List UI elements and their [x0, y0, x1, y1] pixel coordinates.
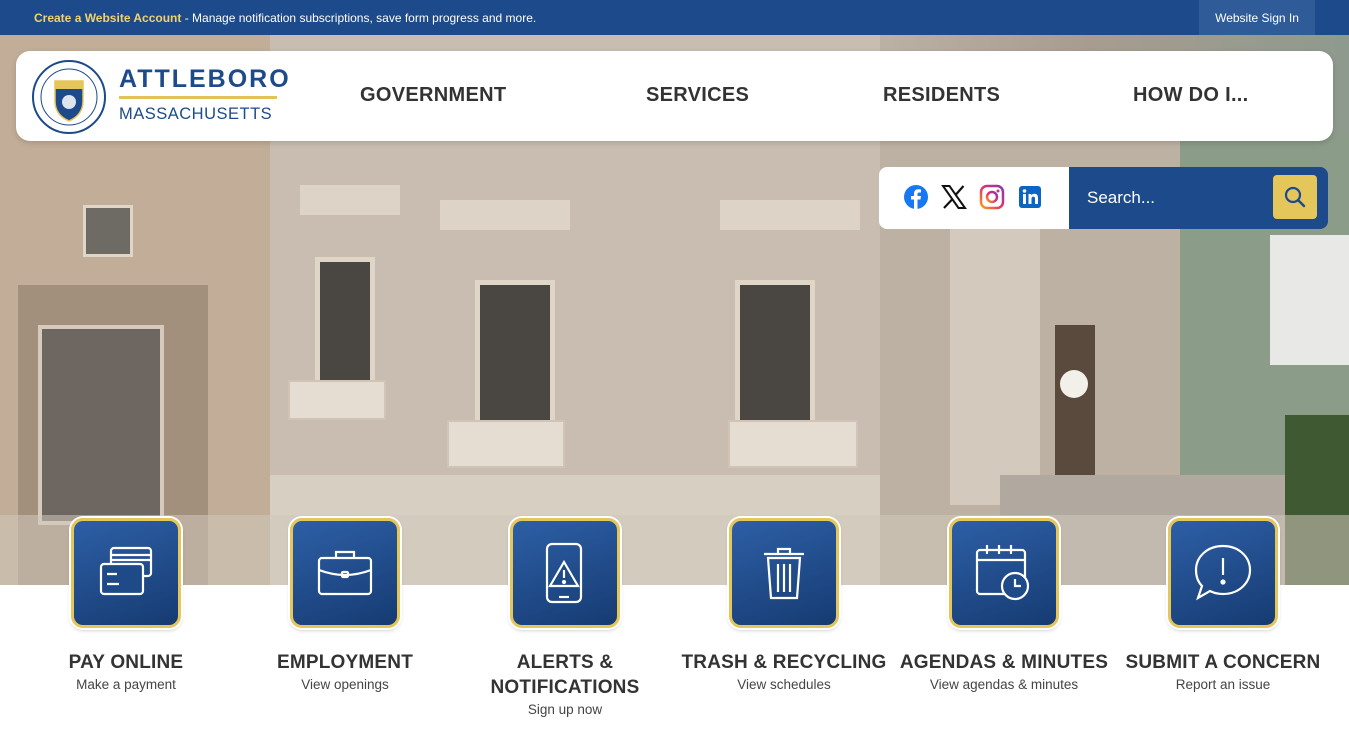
credit-card-icon [99, 546, 153, 596]
briefcase-icon [317, 550, 373, 596]
quicklink-tile[interactable] [290, 518, 400, 628]
quicklink-alerts[interactable]: ALERTS & NOTIFICATIONS Sign up now [455, 518, 675, 717]
city-seal-icon [32, 60, 106, 134]
calendar-clock-icon [975, 545, 1030, 601]
quicklink-agendas-minutes[interactable]: AGENDAS & MINUTES View agendas & minutes [894, 518, 1114, 692]
search-bar [1069, 167, 1328, 229]
quicklink-title: SUBMIT A CONCERN [1125, 652, 1321, 673]
quicklink-employment[interactable]: EMPLOYMENT View openings [235, 518, 455, 692]
quicklink-title: EMPLOYMENT [276, 652, 414, 673]
quicklink-trash-recycling[interactable]: TRASH & RECYCLING View schedules [674, 518, 894, 692]
website-sign-in-button[interactable]: Website Sign In [1199, 0, 1315, 35]
quicklink-title: TRASH & RECYCLING [681, 652, 887, 673]
facebook-icon[interactable] [903, 184, 929, 210]
nav-services[interactable]: SERVICES [646, 84, 749, 107]
brand-name: ATTLEBORO [119, 65, 291, 93]
quicklink-subtitle: View schedules [737, 677, 831, 692]
x-icon[interactable] [941, 184, 967, 210]
account-message: Create a Website Account - Manage notifi… [34, 11, 536, 25]
quicklink-subtitle: View agendas & minutes [929, 677, 1079, 692]
quicklink-tile[interactable] [949, 518, 1059, 628]
quicklink-subtitle: View openings [301, 677, 389, 692]
top-bar: Create a Website Account - Manage notifi… [0, 0, 1349, 35]
nav-government[interactable]: GOVERNMENT [360, 84, 506, 107]
search-icon [1284, 186, 1306, 208]
nav-how-do-i[interactable]: HOW DO I... [1133, 84, 1249, 107]
quicklink-tile[interactable] [71, 518, 181, 628]
quicklink-tile[interactable] [1168, 518, 1278, 628]
instagram-icon[interactable] [979, 184, 1005, 210]
quicklink-pay-online[interactable]: PAY ONLINE Make a payment [16, 518, 236, 692]
brand-divider [119, 96, 277, 99]
quicklink-subtitle: Sign up now [527, 702, 603, 717]
quicklink-tile[interactable] [510, 518, 620, 628]
quicklink-tile[interactable] [729, 518, 839, 628]
quicklink-subtitle: Report an issue [1175, 677, 1271, 692]
account-message-text: - Manage notification subscriptions, sav… [181, 11, 537, 25]
site-header: ATTLEBORO MASSACHUSETTS GOVERNMENT SERVI… [16, 51, 1333, 141]
create-account-link[interactable]: Create a Website Account [34, 11, 181, 25]
social-links [879, 167, 1069, 229]
quicklink-title: AGENDAS & MINUTES [899, 652, 1109, 673]
search-input[interactable] [1077, 181, 1267, 215]
linkedin-icon[interactable] [1017, 184, 1043, 210]
quicklink-subtitle: Make a payment [76, 677, 176, 692]
quicklink-submit-concern[interactable]: SUBMIT A CONCERN Report an issue [1113, 518, 1333, 692]
search-button[interactable] [1273, 175, 1317, 219]
nav-residents[interactable]: RESIDENTS [883, 84, 1000, 107]
quicklink-title: PAY ONLINE [68, 652, 184, 673]
phone-alert-icon [545, 542, 583, 604]
speech-bubble-alert-icon [1194, 544, 1252, 601]
brand-state: MASSACHUSETTS [119, 105, 273, 123]
trash-can-icon [764, 547, 804, 600]
site-logo[interactable]: ATTLEBORO MASSACHUSETTS [30, 59, 300, 135]
quicklink-title: ALERTS & NOTIFICATIONS [490, 652, 640, 698]
